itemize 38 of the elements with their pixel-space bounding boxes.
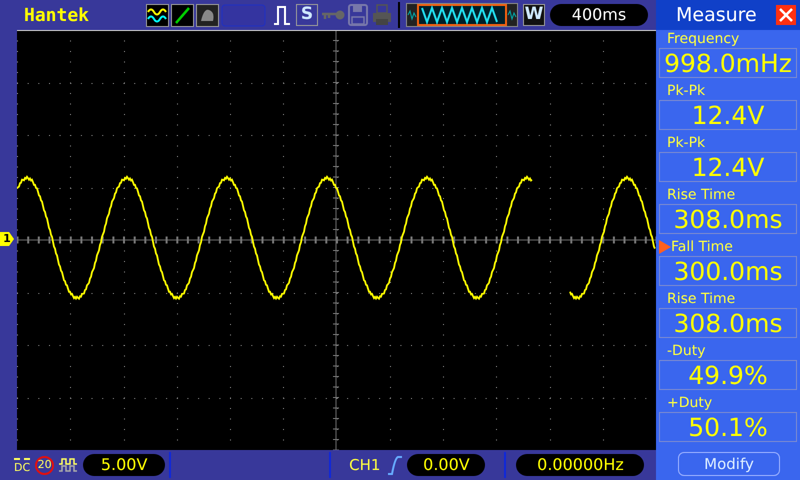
measure-value[interactable]: 308.0ms [659, 308, 797, 338]
trigger-level-display: 0.00V [407, 454, 486, 476]
measure-value[interactable]: 308.0ms [659, 204, 797, 234]
measure-value[interactable]: 12.4V [659, 100, 797, 130]
trigger-frequency-display: 0.00000Hz [516, 454, 644, 476]
measure-value[interactable]: 300.0ms [659, 256, 797, 286]
measure-value[interactable]: 49.9% [659, 360, 797, 390]
measure-label: Frequency [667, 30, 740, 48]
close-icon[interactable] [776, 5, 796, 25]
line-display-icon[interactable] [171, 4, 194, 26]
measure-value[interactable]: 12.4V [659, 152, 797, 182]
empty-slot-icon [221, 4, 266, 26]
measure-label: Fall Time [671, 238, 733, 256]
zoom-button[interactable]: W [523, 4, 545, 26]
mode-button[interactable]: S [296, 4, 318, 26]
volts-per-div-display: 5.00V [83, 454, 166, 476]
measure-label: Rise Time [667, 186, 736, 204]
bandwidth-limit-indicator[interactable]: 20 [35, 456, 54, 474]
measure-label: Pk-Pk [667, 82, 706, 100]
measure-label: +Duty [667, 394, 712, 412]
trigger-source-label: CH1 [349, 454, 380, 476]
timebase-display: 400ms [550, 4, 648, 26]
square-wave-icon [58, 457, 78, 473]
measure-label: Pk-Pk [667, 134, 706, 152]
wave-display-icon[interactable] [146, 4, 169, 26]
coupling-indicator[interactable]: DC [14, 458, 30, 472]
waveform-window-icon[interactable] [406, 3, 518, 27]
pulse-icon[interactable] [273, 4, 291, 26]
modify-button[interactable]: Modify [678, 452, 780, 476]
measure-label: -Duty [667, 342, 706, 360]
brand-logo: Hantek [24, 4, 90, 28]
persistence-icon[interactable] [196, 4, 219, 26]
panel-title: Measure [676, 2, 757, 28]
measure-value[interactable]: 50.1% [659, 412, 797, 442]
rising-edge-icon [387, 455, 404, 475]
channel-marker[interactable]: 1 [0, 232, 14, 246]
measure-value[interactable]: 998.0mHz [659, 48, 797, 78]
measure-label: Rise Time [667, 290, 736, 308]
